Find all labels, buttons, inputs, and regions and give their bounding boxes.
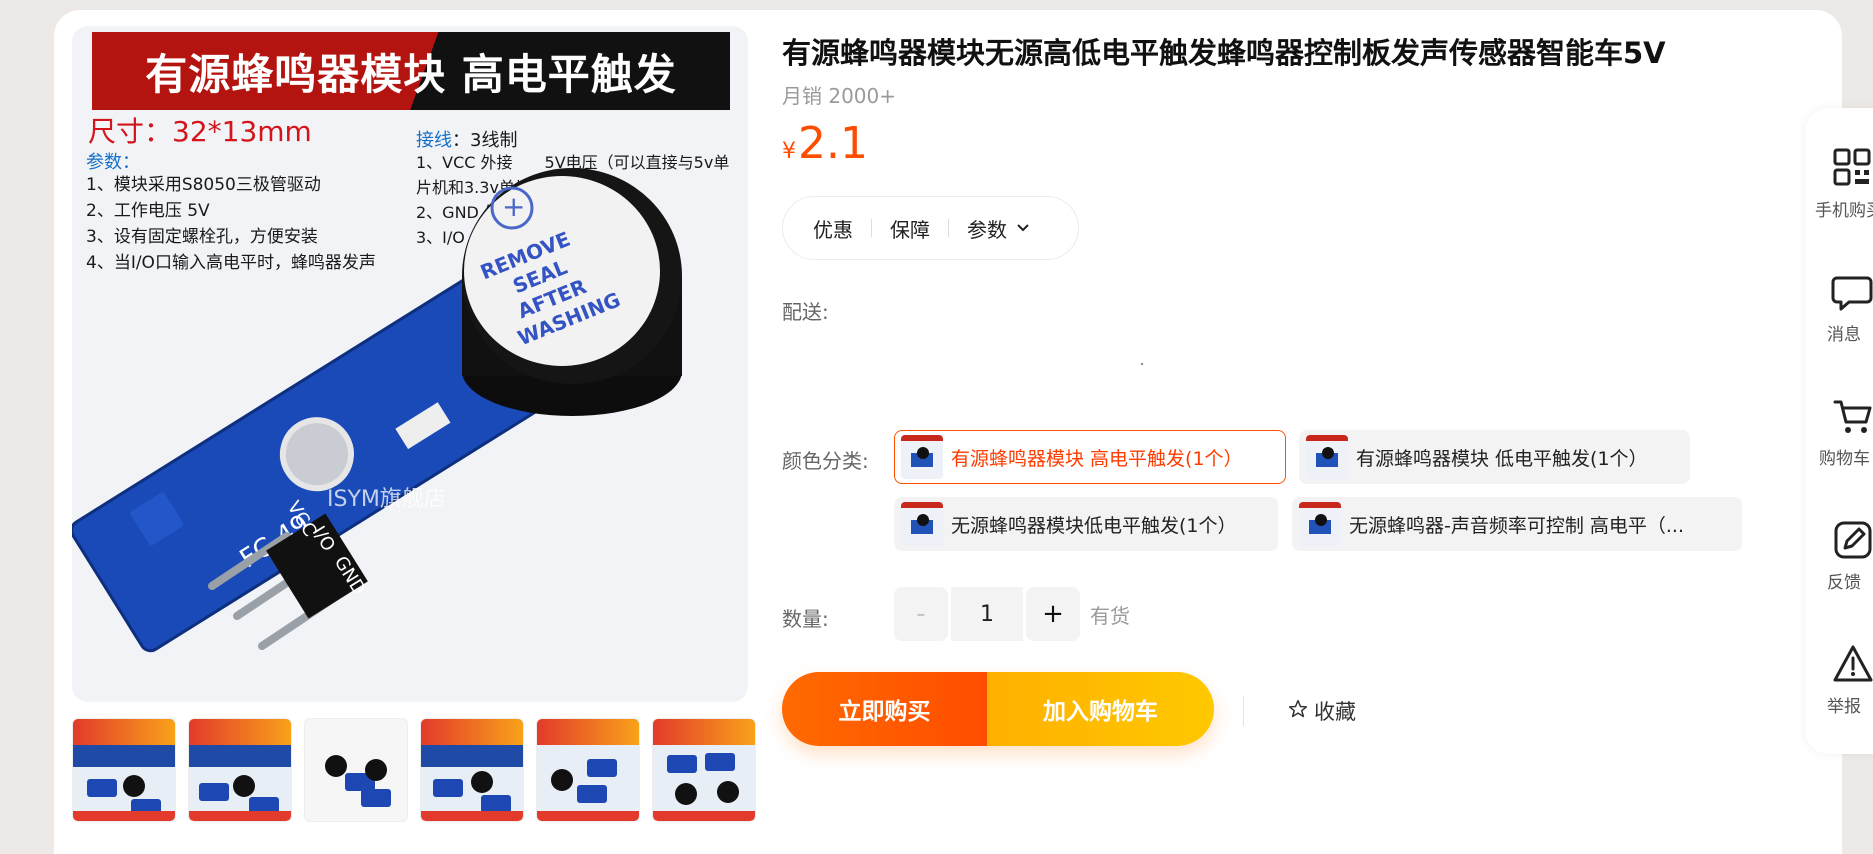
option-thumbnail [901, 502, 943, 546]
tab-promotion[interactable]: 优惠 [813, 214, 853, 243]
color-option-label: 无源蜂鸣器-声音频率可控制 高电平（... [1349, 514, 1685, 537]
quantity-stepper: - 1 + 有货 [894, 587, 1130, 641]
divider [871, 219, 872, 237]
main-product-image[interactable]: 有源蜂鸣器模块 高电平触发 尺寸：32*13mm 参数： 1、模块采用S8050… [72, 26, 748, 702]
color-option[interactable]: 有源蜂鸣器模块 低电平触发(1个） [1299, 430, 1690, 484]
price-value: 2.1 [798, 118, 868, 169]
color-option-label: 无源蜂鸣器模块低电平触发(1个） [951, 514, 1237, 537]
thumbnail[interactable] [188, 718, 292, 822]
thumbnail-strip [72, 718, 756, 822]
quantity-input[interactable]: 1 [951, 587, 1023, 641]
decrease-button[interactable]: - [894, 587, 948, 641]
report-label: 举报 [1827, 697, 1861, 717]
cart-label: 购物车 [1819, 449, 1870, 469]
divider [948, 219, 949, 237]
delivery-label: 配送: [782, 300, 829, 324]
tab-guarantee[interactable]: 保障 [890, 214, 930, 243]
quantity-label: 数量: [782, 607, 829, 631]
chevron-down-icon [1017, 220, 1029, 236]
stock-status: 有货 [1090, 603, 1130, 628]
qr-code-icon [1833, 148, 1871, 186]
product-title: 有源蜂鸣器模块无源高低电平触发蜂鸣器控制板发声传感器智能车5V [782, 36, 1666, 70]
tab-params[interactable]: 参数 [967, 214, 1029, 243]
mobile-buy-label: 手机购买 [1815, 201, 1873, 221]
add-to-cart-button[interactable]: 加入购物车 [987, 672, 1214, 746]
tab-params-label: 参数 [967, 217, 1007, 242]
option-thumbnail [901, 435, 943, 479]
loading-dot [1141, 363, 1143, 365]
favorite-label: 收藏 [1314, 700, 1356, 724]
watermark: ISYM旗舰店 [327, 487, 446, 512]
svg-text:+: + [502, 190, 525, 223]
info-tabs: 优惠 保障 参数 [782, 196, 1079, 260]
chat-bubble-icon [1831, 276, 1873, 311]
thumbnail[interactable] [304, 718, 408, 822]
warning-icon [1833, 645, 1873, 682]
shopping-cart-icon [1833, 400, 1872, 433]
color-option-label: 有源蜂鸣器模块 高电平触发(1个） [951, 447, 1243, 470]
buzzer-module-illustration: FC-49 + REMOVE SEAL AFTER WASHING VCC I/… [72, 168, 682, 653]
message-label: 消息 [1827, 325, 1861, 345]
currency-symbol: ¥ [782, 139, 796, 164]
thumbnail[interactable] [652, 718, 756, 822]
divider [1243, 696, 1244, 726]
floating-toolbar: 手机购买 消息 购物车 反馈 举报 [1805, 108, 1873, 754]
purchase-buttons: 立即购买 加入购物车 [782, 672, 1214, 746]
price: ¥ 2.1 [782, 118, 868, 169]
color-option[interactable]: 无源蜂鸣器模块低电平触发(1个） [894, 497, 1278, 551]
color-option-label: 有源蜂鸣器模块 低电平触发(1个） [1356, 447, 1648, 470]
increase-button[interactable]: + [1026, 587, 1080, 641]
option-thumbnail [1299, 502, 1341, 546]
color-label: 颜色分类: [782, 449, 869, 473]
edit-icon [1834, 521, 1872, 559]
thumbnail[interactable] [72, 718, 176, 822]
star-icon [1288, 699, 1308, 724]
thumbnail[interactable] [536, 718, 640, 822]
favorite-button[interactable]: 收藏 [1288, 696, 1356, 726]
option-thumbnail [1306, 435, 1348, 479]
monthly-sales: 月销 2000+ [782, 84, 897, 108]
color-option[interactable]: 无源蜂鸣器-声音频率可控制 高电平（... [1292, 497, 1742, 551]
buy-now-button[interactable]: 立即购买 [782, 672, 987, 746]
feedback-label: 反馈 [1827, 573, 1861, 593]
color-option[interactable]: 有源蜂鸣器模块 高电平触发(1个） [894, 430, 1286, 484]
thumbnail[interactable] [420, 718, 524, 822]
